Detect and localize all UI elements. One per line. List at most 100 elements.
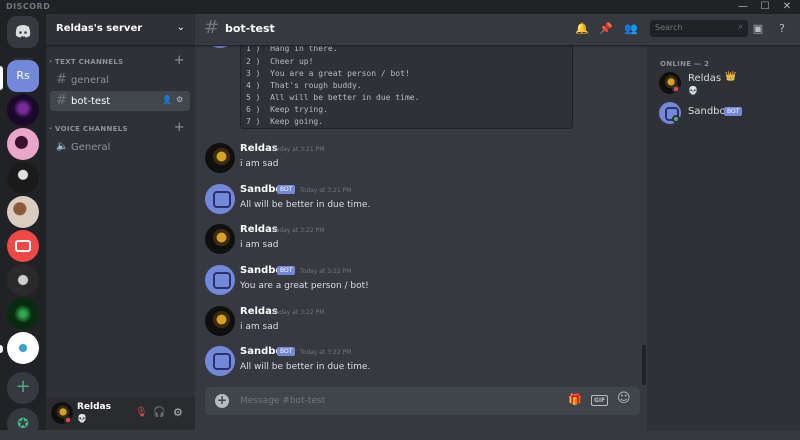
user-settings-icon[interactable]: ⚙ bbox=[173, 406, 183, 419]
app-brand: DISCORD bbox=[6, 2, 51, 11]
inbox-icon[interactable]: ▣ bbox=[751, 22, 765, 36]
user-panel: Reldas 💀 🎙 🎧 ⚙ bbox=[46, 398, 195, 430]
channel-general[interactable]: # general bbox=[50, 70, 190, 90]
guild-icon-8[interactable] bbox=[7, 264, 39, 296]
create-channel-button[interactable]: + bbox=[174, 53, 185, 68]
message-placeholder: Message #bot-test bbox=[240, 396, 326, 406]
minimize-button[interactable]: — bbox=[733, 0, 753, 14]
chevron-down-icon: ⌄ bbox=[176, 22, 185, 33]
bot-badge: BOT bbox=[277, 185, 296, 194]
avatar[interactable] bbox=[205, 143, 235, 173]
guild-icon-3[interactable] bbox=[7, 94, 39, 126]
avatar[interactable] bbox=[205, 306, 235, 336]
discord-logo-icon bbox=[15, 25, 31, 38]
bot-avatar[interactable] bbox=[205, 346, 235, 376]
home-button[interactable] bbox=[7, 16, 39, 48]
maximize-button[interactable]: ☐ bbox=[755, 0, 775, 14]
gear-icon[interactable]: ⚙ bbox=[176, 95, 183, 104]
chevron-icon: ⌄ bbox=[48, 124, 54, 131]
code-line: 2 ) Cheer up! bbox=[246, 57, 314, 66]
invite-icon[interactable]: 👤 bbox=[162, 95, 172, 104]
bot-badge: BOT bbox=[277, 347, 296, 356]
channel-bot-test[interactable]: # bot-test 👤 ⚙ bbox=[50, 91, 190, 111]
message-text: You are a great person / bot! bbox=[240, 281, 369, 291]
gif-button[interactable]: GIF bbox=[591, 395, 609, 406]
message-input[interactable]: + Message #bot-test 🎁 GIF ☺ bbox=[205, 387, 640, 415]
create-channel-button[interactable]: + bbox=[174, 120, 185, 135]
code-line: 3 ) You are a great person / bot! bbox=[246, 69, 410, 78]
message-timestamp: Today at 3:21 PM bbox=[273, 146, 325, 153]
avatar[interactable] bbox=[205, 224, 235, 254]
member-item[interactable]: Reldas 👑 💀 bbox=[655, 70, 795, 98]
message-text: All will be better in due time. bbox=[240, 362, 371, 372]
guild-icon-4[interactable] bbox=[7, 128, 39, 160]
bot-avatar[interactable] bbox=[205, 265, 235, 295]
guild-rs[interactable]: Rs bbox=[7, 60, 39, 92]
search-icon: ⌕ bbox=[737, 22, 743, 32]
member-list-icon[interactable]: 👥 bbox=[624, 22, 638, 36]
unread-indicator bbox=[0, 345, 3, 353]
explore-servers-button[interactable]: ✪ bbox=[7, 408, 39, 440]
game-icon bbox=[15, 240, 31, 252]
help-icon[interactable]: ? bbox=[775, 22, 789, 36]
add-server-button[interactable]: + bbox=[7, 372, 39, 404]
hash-icon: # bbox=[56, 72, 67, 87]
member-status: 💀 bbox=[688, 86, 698, 95]
hash-icon: # bbox=[56, 93, 67, 108]
channel-title: bot-test bbox=[225, 22, 275, 35]
message-text: i am sad bbox=[240, 240, 279, 250]
voice-channel-general[interactable]: 🔈 General bbox=[50, 137, 190, 157]
gift-icon[interactable]: 🎁 bbox=[568, 393, 582, 406]
headphones-icon[interactable]: 🎧 bbox=[153, 407, 165, 418]
bot-avatar[interactable] bbox=[205, 184, 235, 214]
message: Sandbot BOT Today at 3:22 PM All will be… bbox=[205, 346, 625, 386]
emoji-icon[interactable]: ☺ bbox=[617, 391, 631, 406]
custom-status: 💀 bbox=[77, 414, 87, 423]
username: Reldas bbox=[77, 402, 111, 412]
channel-header: # bot-test 🔔 📌 👥 Search ⌕ ▣ ? bbox=[195, 14, 800, 46]
crown-icon: 👑 bbox=[725, 72, 737, 82]
message: Reldas Today at 3:21 PM i am sad bbox=[205, 143, 625, 183]
category-label: VOICE CHANNELS bbox=[55, 125, 128, 133]
speaker-icon: 🔈 bbox=[56, 141, 69, 152]
plus-icon: + bbox=[15, 376, 31, 397]
chevron-icon: ⌄ bbox=[48, 57, 54, 64]
code-line: 4 ) That's rough buddy. bbox=[246, 81, 362, 90]
server-header[interactable]: Reldas's server ⌄ bbox=[46, 14, 195, 46]
guild-icon-5[interactable] bbox=[7, 162, 39, 194]
search-input[interactable]: Search ⌕ bbox=[650, 20, 748, 37]
member-list-header: ONLINE — 2 bbox=[660, 60, 710, 68]
category-voice-channels[interactable]: ⌄ VOICE CHANNELS + bbox=[46, 120, 195, 135]
status-dnd-indicator bbox=[64, 416, 72, 424]
code-line: 5 ) All will be better in due time. bbox=[246, 93, 420, 102]
guild-icon-9[interactable] bbox=[7, 298, 39, 330]
pin-icon[interactable]: 📌 bbox=[599, 22, 613, 36]
hash-icon: # bbox=[204, 17, 220, 38]
mute-microphone-icon[interactable]: 🎙 bbox=[135, 407, 148, 418]
guild-icon-7[interactable] bbox=[7, 230, 39, 262]
member-item[interactable]: Sandbot BOT bbox=[655, 100, 795, 128]
category-text-channels[interactable]: ⌄ TEXT CHANNELS + bbox=[46, 53, 195, 68]
title-bar: DISCORD — ☐ ✕ bbox=[0, 0, 800, 14]
message-text: i am sad bbox=[240, 322, 279, 332]
channel-label: bot-test bbox=[71, 96, 111, 107]
member-name: Reldas bbox=[688, 73, 722, 84]
channel-label: General bbox=[71, 142, 111, 153]
server-name: Reldas's server bbox=[56, 23, 143, 34]
message: Sandbot BOT Today at 3:21 PM All will be… bbox=[205, 184, 625, 224]
guild-icon-10[interactable] bbox=[7, 332, 39, 364]
category-label: TEXT CHANNELS bbox=[55, 58, 124, 66]
upload-plus-icon[interactable]: + bbox=[215, 394, 229, 408]
bell-icon[interactable]: 🔔 bbox=[575, 22, 589, 36]
search-placeholder: Search bbox=[655, 23, 683, 32]
message-text: All will be better in due time. bbox=[240, 200, 371, 210]
bot-badge: BOT bbox=[277, 266, 296, 275]
message-text: i am sad bbox=[240, 159, 279, 169]
close-button[interactable]: ✕ bbox=[777, 0, 797, 14]
scrollbar[interactable] bbox=[642, 345, 646, 385]
guild-icon-6[interactable] bbox=[7, 196, 39, 228]
status-online-indicator bbox=[672, 115, 680, 123]
message-timestamp: Today at 3:21 PM bbox=[300, 187, 352, 194]
code-line: 7 ) Keep going. bbox=[246, 117, 324, 126]
message-timestamp: Today at 3:22 PM bbox=[300, 349, 352, 356]
